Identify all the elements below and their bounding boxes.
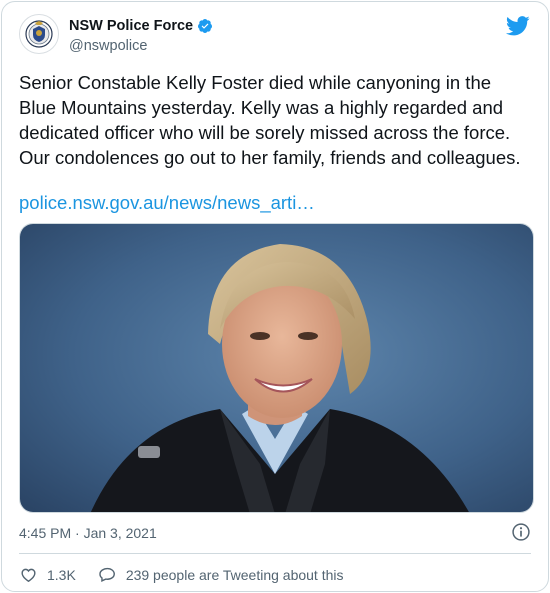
like-count: 1.3K: [47, 566, 76, 583]
tweet-photo[interactable]: [19, 223, 534, 513]
author-name-row: NSW Police Force: [69, 18, 213, 34]
tweet-actions: 1.3K 239 people are Tweeting about this: [19, 565, 344, 584]
verified-badge-icon: [198, 19, 213, 33]
tweet-text: Senior Constable Kelly Foster died while…: [19, 72, 521, 168]
twitter-bird-icon[interactable]: [506, 16, 530, 36]
heart-icon: [21, 568, 36, 583]
info-icon[interactable]: [511, 522, 531, 542]
tweeting-about-label: 239 people are Tweeting about this: [125, 566, 344, 583]
nsw-police-crest-icon[interactable]: [19, 14, 59, 54]
reply-button[interactable]: 239 people are Tweeting about this: [98, 565, 344, 584]
tweet-timestamp[interactable]: 4:45 PM · Jan 3, 2021: [19, 525, 157, 541]
author-handle[interactable]: @nswpolice: [69, 38, 147, 54]
tweet-link[interactable]: police.nsw.gov.au/news/news_arti…: [19, 192, 315, 214]
author-display-name[interactable]: NSW Police Force: [69, 18, 193, 34]
reply-bubble-icon: [99, 567, 115, 582]
like-button[interactable]: 1.3K: [19, 565, 76, 584]
divider: [19, 553, 531, 554]
tweet-card: NSW Police Force @nswpolice Senior Const…: [1, 1, 549, 592]
